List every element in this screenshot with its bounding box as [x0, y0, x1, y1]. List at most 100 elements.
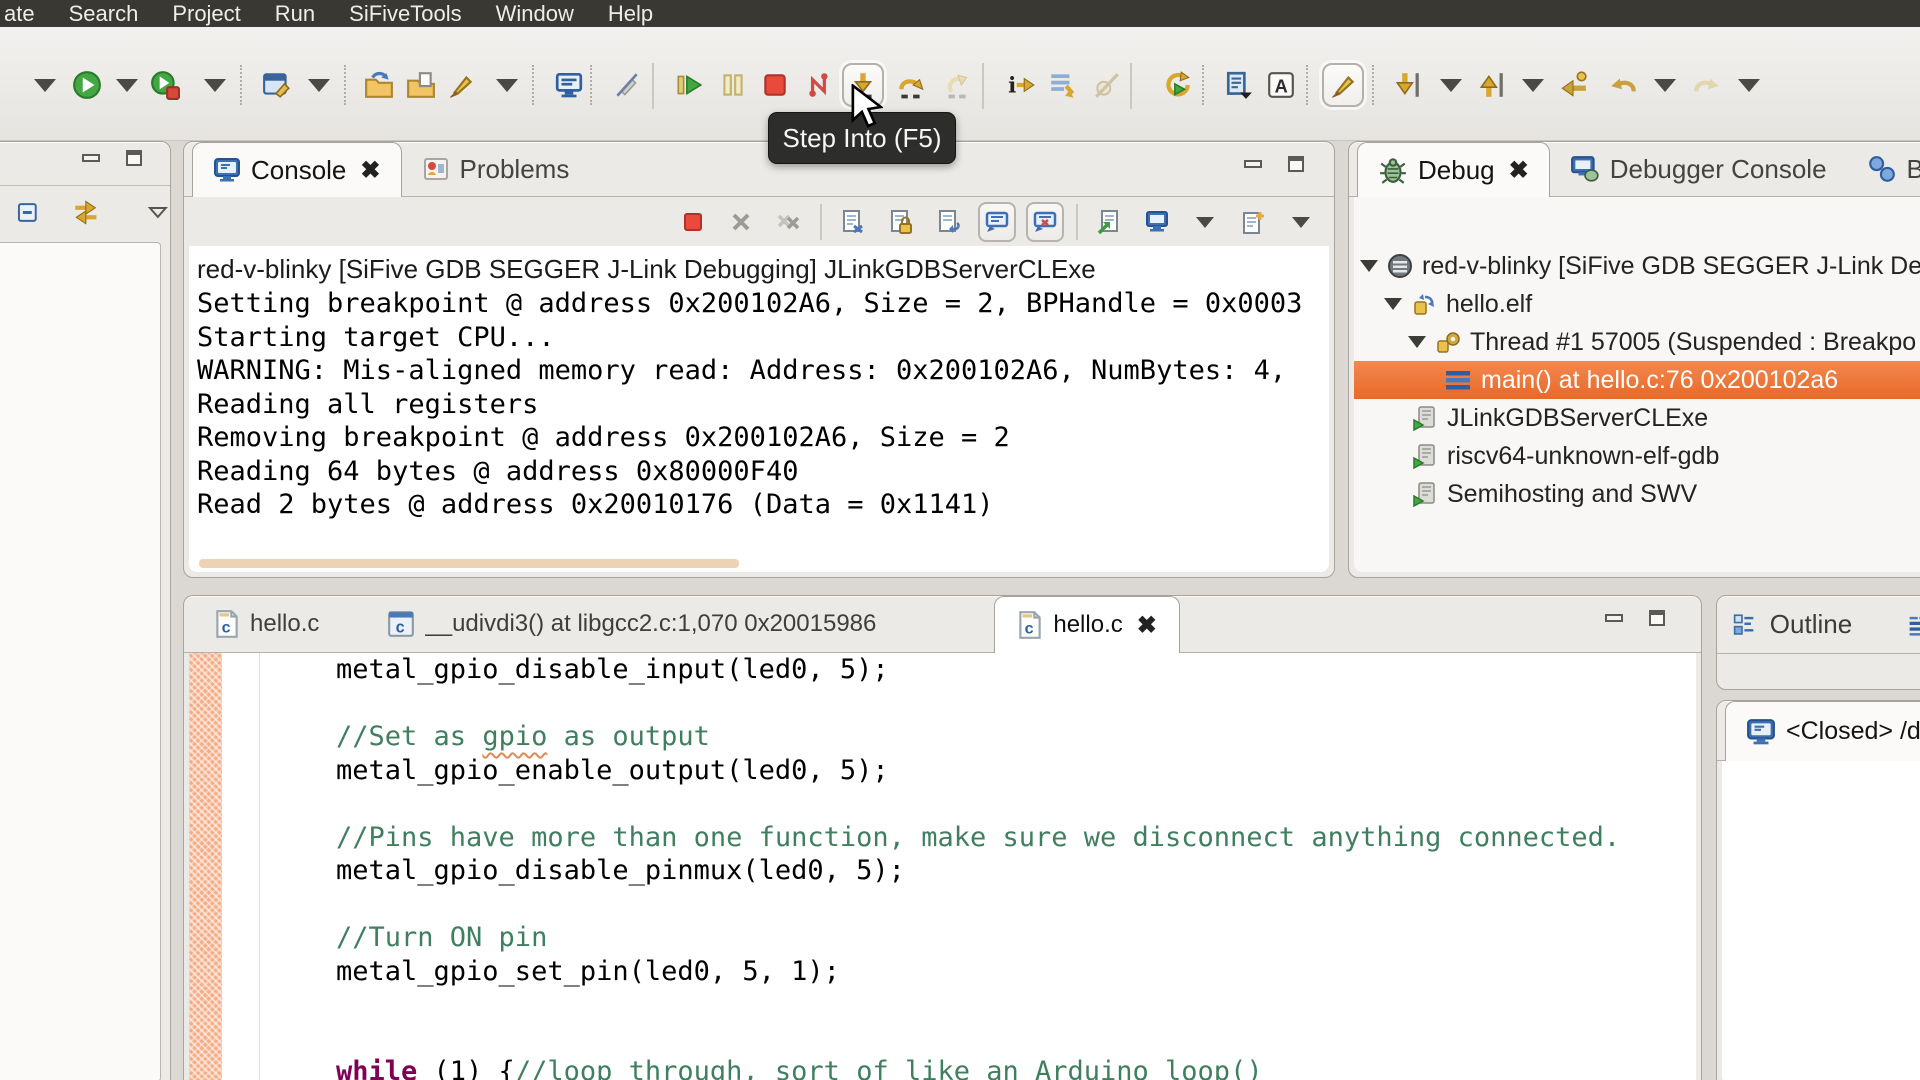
show-stderr-toggle[interactable]: [1026, 202, 1064, 242]
collapse-all-icon[interactable]: [15, 198, 43, 226]
terminal-content[interactable]: [1722, 761, 1920, 1080]
tab-problems[interactable]: Problems: [402, 142, 590, 196]
next-annotation-dropdown[interactable]: [1430, 63, 1472, 107]
view-lines-icon[interactable]: [1908, 610, 1920, 640]
run-external-button[interactable]: [144, 63, 186, 107]
console-monitor-button[interactable]: [548, 63, 590, 107]
tab-hello-c-active[interactable]: c hello.c ✖: [994, 596, 1180, 653]
menu-item-run[interactable]: Run: [275, 0, 315, 27]
run-button[interactable]: [66, 63, 108, 107]
step-return-button[interactable]: [936, 63, 978, 107]
twistie-icon[interactable]: [1408, 336, 1426, 348]
tab-udivdi3[interactable]: c __udivdi3() at libgcc2.c:1,070 0x20015…: [365, 596, 898, 652]
open-console-dropdown[interactable]: [1282, 202, 1320, 242]
goto-file-button[interactable]: [1090, 202, 1128, 242]
terminate-console-button[interactable]: [674, 202, 712, 242]
clear-console-button[interactable]: [834, 202, 872, 242]
menu-item-sifivetools[interactable]: SiFiveTools: [349, 0, 461, 27]
tree-item-gdb[interactable]: riscv64-unknown-elf-gdb: [1354, 437, 1920, 475]
tab-debugger-console[interactable]: Debugger Console: [1550, 142, 1847, 196]
annotation-ruler[interactable]: [189, 653, 222, 1080]
menu-item-project[interactable]: Project: [172, 0, 240, 27]
console-line: Reading 64 bytes @ address 0x80000F40: [197, 455, 799, 487]
menu-item-help[interactable]: Help: [608, 0, 653, 27]
tree-item-stack-frame[interactable]: main() at hello.c:76 0x200102a6: [1354, 361, 1920, 399]
menu-item-window[interactable]: Window: [496, 0, 574, 27]
run-dropdown[interactable]: [106, 63, 148, 107]
back-nav-button[interactable]: [1602, 63, 1644, 107]
terminate-button[interactable]: [754, 63, 796, 107]
tab-hello-c-1[interactable]: c hello.c: [192, 596, 341, 652]
restart-button[interactable]: [1156, 63, 1198, 107]
forward-dropdown[interactable]: [1728, 63, 1770, 107]
highlight-brush-button[interactable]: [440, 63, 482, 107]
twistie-icon[interactable]: [1384, 298, 1402, 310]
close-icon[interactable]: ✖: [1509, 156, 1529, 185]
show-stdout-toggle[interactable]: [978, 202, 1016, 242]
word-wrap-button[interactable]: [930, 202, 968, 242]
chevron-down-icon: [308, 78, 330, 92]
close-icon[interactable]: ✖: [1137, 611, 1157, 640]
step-filters-button[interactable]: [1042, 63, 1084, 107]
menu-item-navigate[interactable]: ate: [4, 0, 35, 27]
maximize-icon[interactable]: [1288, 156, 1304, 172]
tree-item-launch[interactable]: red-v-blinky [SiFive GDB SEGGER J-Link D…: [1354, 247, 1920, 285]
annotation-brush-toggle[interactable]: [1322, 63, 1364, 107]
minimize-icon[interactable]: [82, 154, 100, 162]
tree-item-semihosting[interactable]: Semihosting and SWV: [1354, 475, 1920, 513]
open-console-button[interactable]: [1234, 202, 1272, 242]
letter-a-button[interactable]: A: [1260, 63, 1302, 107]
tab-terminal[interactable]: <Closed> /de: [1725, 701, 1920, 761]
load-symbols-button[interactable]: [1218, 63, 1260, 107]
outline-title[interactable]: Outline: [1770, 609, 1852, 640]
no-edit-button[interactable]: [606, 63, 648, 107]
maximize-icon[interactable]: [1649, 610, 1665, 626]
forward-nav-button[interactable]: [1686, 63, 1728, 107]
remove-launch-button[interactable]: [722, 202, 760, 242]
tab-breakpoints[interactable]: Bre: [1847, 142, 1920, 196]
minimize-icon[interactable]: [1244, 160, 1262, 168]
wizard-dropdown[interactable]: [298, 63, 340, 107]
external-dropdown[interactable]: [194, 63, 236, 107]
new-wizard-button[interactable]: [256, 63, 298, 107]
tree-item-thread[interactable]: Thread #1 57005 (Suspended : Breakpo: [1354, 323, 1920, 361]
step-return-icon: [947, 74, 968, 99]
display-console-dropdown[interactable]: [1186, 202, 1224, 242]
skip-breakpoints-button[interactable]: [1086, 63, 1128, 107]
instruction-stepping-button[interactable]: i: [1000, 63, 1042, 107]
menu-item-search[interactable]: Search: [69, 0, 139, 27]
debug-tree[interactable]: red-v-blinky [SiFive GDB SEGGER J-Link D…: [1354, 197, 1920, 572]
scroll-lock-button[interactable]: [882, 202, 920, 242]
tree-item-gdbserver[interactable]: JLinkGDBServerCLExe: [1354, 399, 1920, 437]
maximize-icon[interactable]: [126, 150, 142, 166]
remove-all-terminated-button[interactable]: [770, 202, 808, 242]
previous-annotation-button[interactable]: [1470, 63, 1512, 107]
twistie-icon[interactable]: [1360, 260, 1378, 272]
menu-bar: ate Search Project Run SiFiveTools Windo…: [0, 0, 1920, 27]
brush-dropdown[interactable]: [486, 63, 528, 107]
code-editor[interactable]: metal_gpio_disable_input(led0, 5); //Set…: [189, 653, 1696, 1080]
tree-item-elf[interactable]: hello.elf: [1354, 285, 1920, 323]
open-file-folder-button[interactable]: [400, 63, 442, 107]
previous-annotation-dropdown[interactable]: [1512, 63, 1554, 107]
minimize-icon[interactable]: [1605, 614, 1623, 622]
display-console-button[interactable]: [1138, 202, 1176, 242]
disconnect-button[interactable]: [798, 63, 840, 107]
console-output[interactable]: red-v-blinky [SiFive GDB SEGGER J-Link D…: [189, 246, 1329, 572]
open-folder-button[interactable]: [358, 63, 400, 107]
back-dropdown[interactable]: [1644, 63, 1686, 107]
link-with-editor-icon[interactable]: [71, 197, 101, 227]
toolbar-dropdown-1[interactable]: [24, 63, 66, 107]
tab-debug[interactable]: Debug ✖: [1357, 142, 1550, 197]
resume-button[interactable]: [668, 63, 710, 107]
view-menu-icon[interactable]: [146, 200, 170, 224]
explorer-content[interactable]: [0, 242, 161, 1080]
next-annotation-button[interactable]: [1386, 63, 1428, 107]
svg-text:A: A: [1275, 77, 1288, 97]
step-over-button[interactable]: [890, 63, 932, 107]
last-edit-location-button[interactable]: [1552, 63, 1594, 107]
horizontal-scrollbar[interactable]: [199, 559, 739, 568]
tab-console[interactable]: Console ✖: [192, 142, 402, 197]
suspend-button[interactable]: [712, 63, 754, 107]
close-icon[interactable]: ✖: [360, 156, 380, 185]
